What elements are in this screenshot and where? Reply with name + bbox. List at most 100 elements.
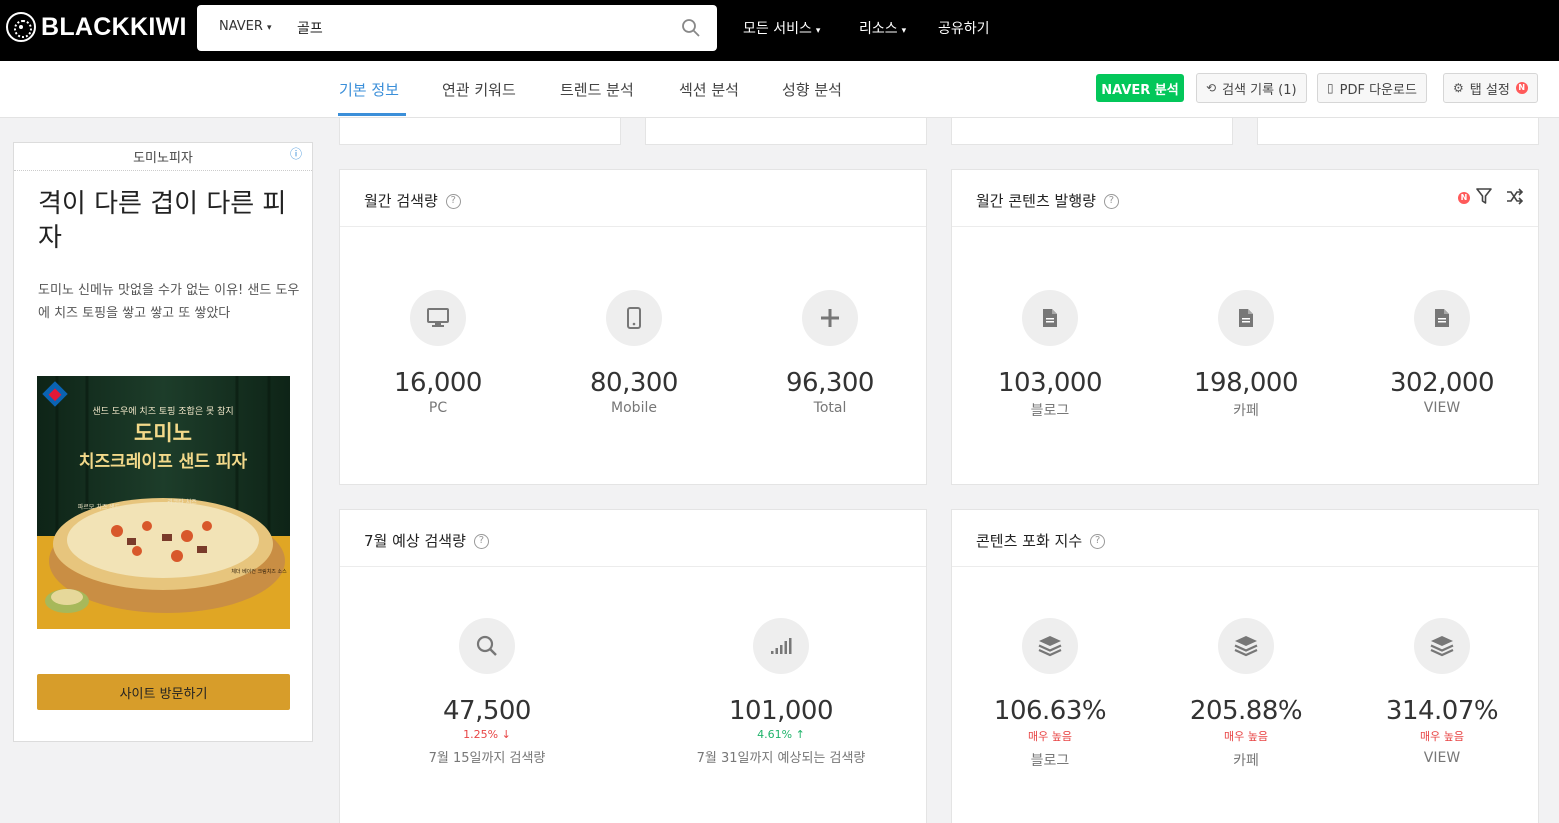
stat-value: 205.88% <box>1189 696 1303 726</box>
saturation-level: 매우 높음 <box>1028 730 1072 743</box>
stat-change-down: 1.25% ↓ <box>389 728 585 741</box>
tab-bar: 기본 정보 연관 키워드 트렌드 분석 섹션 분석 성향 분석 NAVER 분석… <box>0 61 1559 118</box>
ad-image[interactable]: 샌드 도우에 치즈 토핑 조합은 못 참지 도미노 치즈크레이프 샌드 피자 파… <box>37 376 290 629</box>
visit-site-button[interactable]: 사이트 방문하기 <box>37 674 290 710</box>
stat-current-search: 47,500 1.25% ↓ 7월 15일까지 검색량 <box>389 618 585 766</box>
stat-pc: 16,000 PC <box>340 290 536 416</box>
stat-total: 96,300 Total <box>732 290 928 416</box>
stat-mobile: 80,300 Mobile <box>536 290 732 416</box>
stat-value: 103,000 <box>997 368 1103 398</box>
card-title-text: 월간 검색량 <box>364 192 438 210</box>
ad-title[interactable]: 격이 다른 겹이 다른 피자 <box>38 187 298 255</box>
layers-icon <box>1022 618 1078 674</box>
info-icon[interactable]: ⓘ <box>290 145 302 162</box>
tab-basic-info[interactable]: 기본 정보 <box>339 79 399 100</box>
summary-card-partial <box>645 118 927 145</box>
monitor-icon <box>410 290 466 346</box>
card-header: 7월 예상 검색량? <box>340 510 926 567</box>
document-icon <box>1218 290 1274 346</box>
document-icon <box>1414 290 1470 346</box>
stat-label: VIEW <box>1423 750 1461 766</box>
help-icon[interactable]: ? <box>1090 534 1106 549</box>
stat-label: 블로그 <box>1030 403 1070 419</box>
new-badge: N <box>1458 192 1470 204</box>
stat-label: 블로그 <box>1030 753 1070 769</box>
stat-label: VIEW <box>1423 400 1461 416</box>
tab-related-keywords[interactable]: 연관 키워드 <box>442 79 516 100</box>
card-header: 콘텐츠 포화 지수? <box>952 510 1538 567</box>
stat-change-up: 4.61% ↑ <box>683 728 879 741</box>
ad-image-note: 파르모 치즈 샌드 <box>78 503 121 511</box>
summary-card-partial <box>951 118 1233 145</box>
stat-forecast-search: 101,000 4.61% ↑ 7월 31일까지 예상되는 검색량 <box>683 618 879 766</box>
filter-icon[interactable] <box>1476 188 1492 205</box>
saturation-level: 매우 높음 <box>1224 730 1268 743</box>
ad-brand: 도미노피자 <box>133 151 193 166</box>
mobile-icon <box>606 290 662 346</box>
stat-change-value: 1.25% <box>463 728 499 741</box>
signal-icon <box>753 618 809 674</box>
naver-analysis-button[interactable]: NAVER 분석 <box>1096 74 1184 102</box>
divider <box>14 170 312 171</box>
stat-blog: 103,000 블로그 <box>952 290 1148 420</box>
stat-label: 7월 31일까지 예상되는 검색량 <box>696 751 866 766</box>
chevron-down-icon: ▾ <box>815 26 821 36</box>
tab-trend-analysis[interactable]: 트렌드 분석 <box>560 79 634 100</box>
stat-label: 카페 <box>1233 403 1259 419</box>
ad-description[interactable]: 도미노 신메뉴 맛없을 수가 없는 이유! 샌드 도우에 치즈 토핑을 쌓고 쌓… <box>38 279 302 325</box>
search-history-label: 검색 기록 (1) <box>1222 82 1297 98</box>
pdf-download-button[interactable]: ▯ PDF 다운로드 <box>1317 73 1427 103</box>
tab-section-analysis[interactable]: 섹션 분석 <box>679 79 739 100</box>
card-title-text: 7월 예상 검색량 <box>364 532 466 550</box>
stat-value: 198,000 <box>1193 368 1299 398</box>
stat-value: 96,300 <box>786 368 874 398</box>
nav-share[interactable]: 공유하기 <box>938 18 990 38</box>
nav-resources-label: 리소스 <box>859 21 898 37</box>
search-engine-select[interactable]: NAVER ▾ <box>219 19 271 34</box>
card-title: 월간 검색량? <box>364 190 461 211</box>
nav-resources[interactable]: 리소스 ▾ <box>859 18 906 38</box>
stat-saturation-view: 314.07% 매우 높음 VIEW <box>1344 618 1540 766</box>
stat-value: 47,500 <box>443 696 531 726</box>
card-title-text: 월간 콘텐츠 발행량 <box>976 192 1096 210</box>
ad-image-subheadline: 치즈크레이프 샌드 피자 <box>79 452 248 472</box>
history-icon: ⟲ <box>1206 81 1217 95</box>
search-input[interactable] <box>297 15 677 41</box>
search-icon <box>459 618 515 674</box>
card-header: 월간 콘텐츠 발행량? N <box>952 170 1538 227</box>
tab-tendency-analysis[interactable]: 성향 분석 <box>782 79 842 100</box>
card-title: 콘텐츠 포화 지수? <box>976 530 1106 551</box>
tab-settings-button[interactable]: ⚙ 탭 설정 N <box>1443 73 1538 103</box>
card-title: 월간 콘텐츠 발행량? <box>976 190 1119 211</box>
stat-label: Mobile <box>611 400 657 416</box>
help-icon[interactable]: ? <box>445 194 461 209</box>
arrow-up-icon: ↑ <box>795 728 805 741</box>
search-history-button[interactable]: ⟲ 검색 기록 (1) <box>1196 73 1307 103</box>
shuffle-icon[interactable] <box>1506 188 1524 205</box>
logo[interactable]: BLACKKIWI <box>6 12 187 42</box>
help-icon[interactable]: ? <box>473 534 489 549</box>
nav-share-label: 공유하기 <box>938 21 990 37</box>
stat-label: 카페 <box>1233 753 1259 769</box>
stat-value: 80,300 <box>590 368 678 398</box>
nav-all-services[interactable]: 모든 서비스 ▾ <box>743 18 820 38</box>
stat-value: 16,000 <box>394 368 482 398</box>
stat-value: 314.07% <box>1385 696 1499 726</box>
stat-view: 302,000 VIEW <box>1344 290 1540 416</box>
top-bar: BLACKKIWI NAVER▾ 모든 서비스▾ 리소스▾ 공유하기 <box>0 0 1559 61</box>
chevron-down-icon: ▾ <box>266 23 272 33</box>
active-tab-indicator <box>338 113 406 116</box>
ad-image-note: 리코타 치즈 <box>167 498 197 506</box>
ad-panel: 도미노피자 ⓘ 격이 다른 겹이 다른 피자 도미노 신메뉴 맛없을 수가 없는… <box>13 142 313 742</box>
ad-image-tagline: 샌드 도우에 치즈 토핑 조합은 못 참지 <box>92 405 233 417</box>
stat-cafe: 198,000 카페 <box>1148 290 1344 420</box>
help-icon[interactable]: ? <box>1103 194 1119 209</box>
stat-label: Total <box>813 400 847 416</box>
layers-icon <box>1414 618 1470 674</box>
search-box: NAVER ▾ <box>197 5 717 51</box>
stat-saturation-cafe: 205.88% 매우 높음 카페 <box>1148 618 1344 770</box>
search-icon[interactable] <box>681 18 701 38</box>
nav-all-services-label: 모든 서비스 <box>743 21 812 37</box>
logo-icon <box>6 12 36 42</box>
search-engine-label: NAVER <box>219 19 263 34</box>
